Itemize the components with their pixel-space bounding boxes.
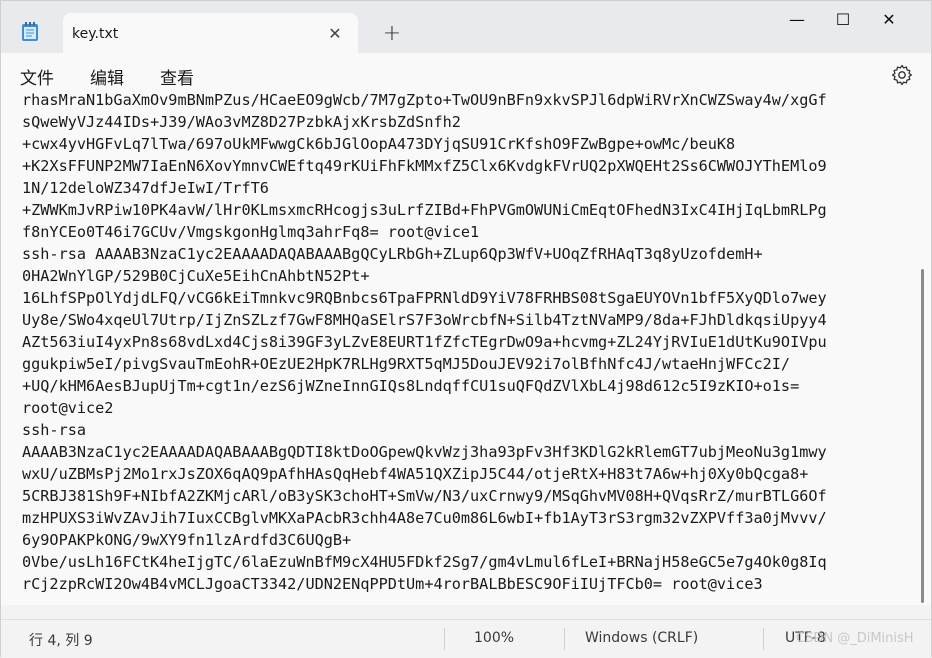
text-line: 0HA2WnYlGP/529B0CjCuXe5EihCnAhbtN52Pt+ <box>22 267 370 285</box>
tab-key-txt[interactable]: key.txt ✕ <box>63 13 358 54</box>
text-line: wxU/uZBMsPj2Mo1rxJsZOX6qAQ9pAfhHAsQqHebf… <box>22 465 809 483</box>
close-window-button[interactable]: ✕ <box>866 5 912 35</box>
text-line: 5CRBJ381Sh9F+NIbfA2ZKMjcARl/oB3ySK3choHT… <box>22 487 827 505</box>
title-bar: key.txt ✕ + — ☐ ✕ <box>1 1 931 54</box>
status-divider <box>564 628 565 650</box>
minimize-button[interactable]: — <box>774 5 820 35</box>
menu-bar: 文件 编辑 查看 <box>1 53 931 93</box>
gear-icon[interactable] <box>890 63 914 87</box>
watermark: CSDN @_DiMinisH <box>796 631 914 646</box>
text-editor[interactable]: rhasMraN1bGaXmOv9mBNmPZus/HCaeEO9gWcb/7M… <box>1 93 931 605</box>
text-line: sQweWyVJz44IDs+J39/WAo3vMZ8D27PzbkAjxKrs… <box>22 113 461 131</box>
text-line: +ZWWKmJvRPiw10PK4avW/lHr0KLmsxmcRHcogjs3… <box>22 201 827 219</box>
text-line: root@vice2 <box>22 399 114 417</box>
text-line: 0Vbe/usLh16FCtK4heIjgTC/6laEzuWnBfM9cX4H… <box>22 553 827 571</box>
text-line: rCj2zpRcWI2Ow4B4vMCLJgoaCT3342/UDN2ENqPP… <box>22 575 763 593</box>
maximize-button[interactable]: ☐ <box>820 5 866 35</box>
text-line: ssh-rsa <box>22 421 87 439</box>
status-divider <box>444 628 445 650</box>
text-line: 6y9OPAKPkONG/9wXY9fn1lzArdfd3C6UQgB+ <box>22 531 352 549</box>
text-line: +K2XsFFUNP2MW7IaEnN6XovYmnvCWEftq49rKUiF… <box>22 157 827 175</box>
scrollbar-thumb[interactable] <box>921 269 924 603</box>
editor-text: rhasMraN1bGaXmOv9mBNmPZus/HCaeEO9gWcb/7M… <box>22 93 907 595</box>
text-line: Uy8e/SWo4xqeUl7Utrp/IjZnSZLzf7GwF8MHQaSE… <box>22 311 827 329</box>
text-line: 16LhfSPpOlYdjdLFQ/vCG6kEiTmnkvc9RQBnbcs6… <box>22 289 827 307</box>
text-line: +UQ/kHM6AesBJupUjTm+cgt1n/ezS6jWZneInnGI… <box>22 377 800 395</box>
text-line: AZt563iuI4yxPn8s68vdLxd4Cjs8i39GF3yLZvE8… <box>22 333 827 351</box>
tab-close-icon[interactable]: ✕ <box>323 22 347 46</box>
status-bar: 行 4, 列 9 100% Windows (CRLF) UTF-8 <box>1 619 931 658</box>
text-line: ssh-rsa AAAAB3NzaC1yc2EAAAADAQABAAABgQCy… <box>22 245 763 263</box>
text-line: ggukpiw5eI/pivgSvauTmEohR+OEzUE2HpK7RLHg… <box>22 355 791 373</box>
notepad-app-icon <box>22 22 38 41</box>
line-ending: Windows (CRLF) <box>585 630 699 646</box>
text-line: mzHPUXS3iWvZAvJih7IuxCCBglvMKXaPAcbR3chh… <box>22 509 827 527</box>
tab-title: key.txt <box>72 26 119 42</box>
text-line: 1N/12deloWZ347dfJeIwI/TrfT6 <box>22 179 269 197</box>
notepad-window: key.txt ✕ + — ☐ ✕ 文件 编辑 查看 rhasMraN1bGaX… <box>0 0 932 658</box>
text-line: +cwx4yvHGFvLq7lTwa/697oUkMFwwgCk6bJGlOop… <box>22 135 736 153</box>
zoom-level: 100% <box>474 630 515 646</box>
menu-view[interactable]: 查看 <box>160 64 194 89</box>
status-divider <box>763 628 764 650</box>
menu-file[interactable]: 文件 <box>20 64 54 89</box>
text-line: f8nYCEo0T46i7GCUv/VmgskgonHglmq3ahrFq8= … <box>22 223 480 241</box>
text-line: AAAAB3NzaC1yc2EAAAADAQABAAABgQDTI8ktDoOG… <box>22 443 827 461</box>
cursor-position: 行 4, 列 9 <box>29 633 93 649</box>
menu-edit[interactable]: 编辑 <box>90 64 124 89</box>
text-line: rhasMraN1bGaXmOv9mBNmPZus/HCaeEO9gWcb/7M… <box>22 93 827 109</box>
new-tab-icon[interactable]: + <box>379 21 405 47</box>
